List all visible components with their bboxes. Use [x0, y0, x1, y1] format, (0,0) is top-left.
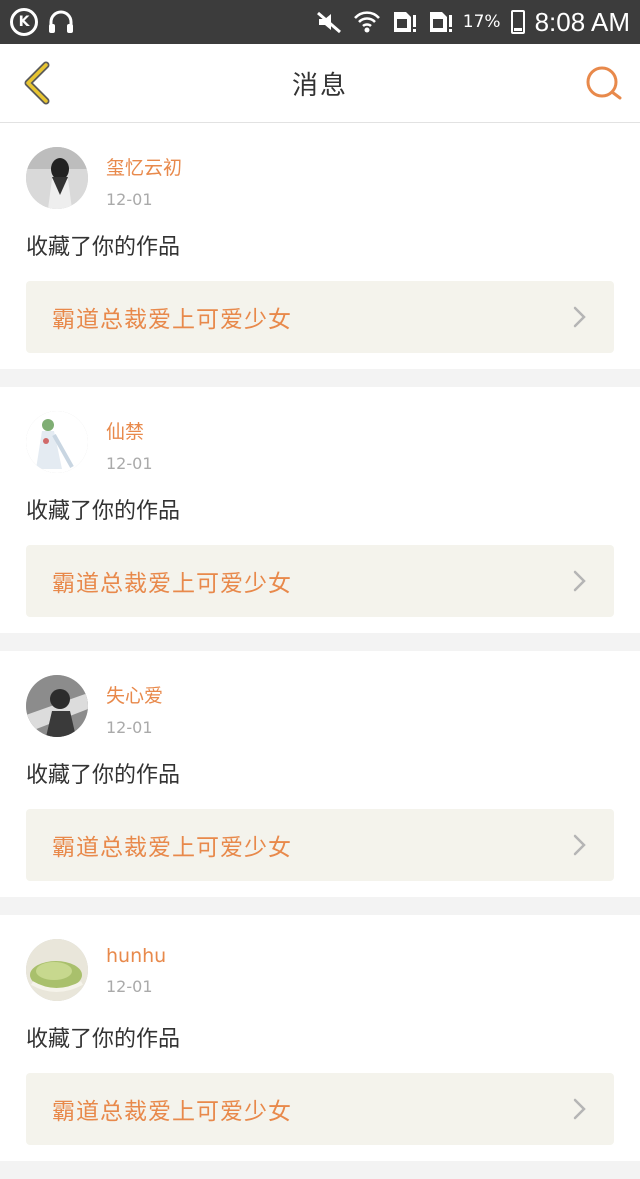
sim-card-2-icon	[429, 12, 452, 32]
username[interactable]: 仙禁	[106, 417, 153, 444]
avatar[interactable]	[26, 939, 88, 1001]
username[interactable]: hunhu	[106, 945, 166, 967]
mute-icon	[316, 11, 341, 34]
message-date: 12-01	[106, 190, 153, 209]
app-header: 消息	[0, 44, 640, 123]
work-title: 霸道总裁爱上可爱少女	[52, 571, 292, 597]
message-text: 收藏了你的作品	[26, 499, 181, 524]
wifi-icon	[353, 11, 380, 33]
avatar[interactable]	[26, 675, 88, 737]
message-item: 失心爱 12-01 收藏了你的作品 霸道总裁爱上可爱少女	[0, 651, 640, 897]
message-text: 收藏了你的作品	[26, 763, 181, 788]
work-title: 霸道总裁爱上可爱少女	[52, 1099, 292, 1125]
username[interactable]: 失心爱	[106, 681, 163, 708]
avatar[interactable]	[26, 411, 88, 473]
message-item: hunhu 12-01 收藏了你的作品 霸道总裁爱上可爱少女	[0, 915, 640, 1161]
chevron-right-icon	[573, 570, 586, 592]
work-link[interactable]: 霸道总裁爱上可爱少女	[26, 281, 614, 353]
sim-card-1-icon	[393, 12, 416, 32]
work-link[interactable]: 霸道总裁爱上可爱少女	[26, 1073, 614, 1145]
work-title: 霸道总裁爱上可爱少女	[52, 307, 292, 333]
chevron-right-icon	[573, 306, 586, 328]
work-link[interactable]: 霸道总裁爱上可爱少女	[26, 545, 614, 617]
message-text: 收藏了你的作品	[26, 235, 181, 260]
message-text: 收藏了你的作品	[26, 1027, 181, 1052]
search-icon[interactable]	[584, 64, 624, 104]
work-link[interactable]: 霸道总裁爱上可爱少女	[26, 809, 614, 881]
back-arrow-icon[interactable]	[18, 61, 62, 105]
status-bar: K 17% 8:08 AM	[0, 0, 640, 44]
page-title: 消息	[291, 70, 348, 101]
avatar[interactable]	[26, 147, 88, 209]
headphones-icon	[49, 10, 73, 33]
message-date: 12-01	[106, 718, 153, 737]
battery-percent: 17%	[462, 12, 501, 32]
chevron-right-icon	[573, 1098, 586, 1120]
username[interactable]: 玺忆云初	[106, 153, 182, 180]
message-date: 12-01	[106, 454, 153, 473]
k-app-icon: K	[10, 8, 38, 36]
message-list: 玺忆云初 12-01 收藏了你的作品 霸道总裁爱上可爱少女 仙禁 12-01 收…	[0, 123, 640, 1179]
message-date: 12-01	[106, 977, 153, 996]
chevron-right-icon	[573, 834, 586, 856]
work-title: 霸道总裁爱上可爱少女	[52, 835, 292, 861]
message-item: 仙禁 12-01 收藏了你的作品 霸道总裁爱上可爱少女	[0, 387, 640, 633]
battery-icon	[510, 10, 525, 34]
clock: 8:08 AM	[534, 6, 630, 37]
message-item: 玺忆云初 12-01 收藏了你的作品 霸道总裁爱上可爱少女	[0, 123, 640, 369]
